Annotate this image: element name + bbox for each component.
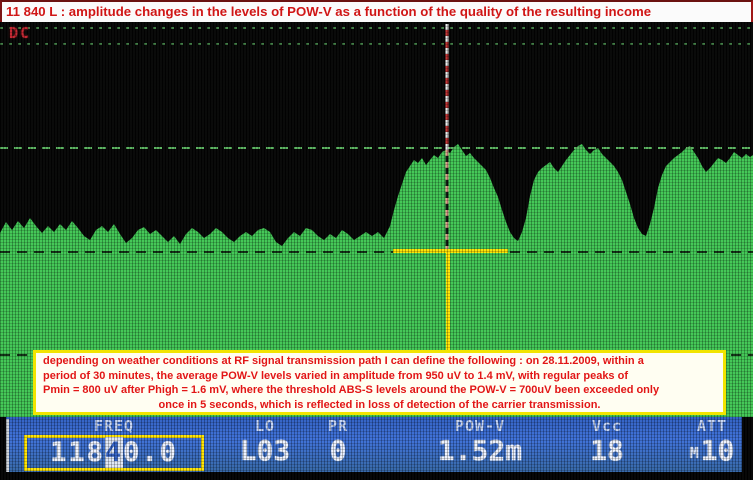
field-freq: FREQ 11840.0	[24, 417, 204, 472]
title-bar: 11 840 L : amplitude changes in the leve…	[0, 0, 753, 22]
att-prefix: M	[690, 444, 699, 462]
field-powv: POW-V 1.52m	[400, 417, 560, 472]
meter-bar: FREQ 11840.0 LO L03 PR 0 POW-V 1.52m Vcc…	[0, 417, 753, 472]
right-edge	[742, 417, 753, 480]
pr-value: 0	[311, 434, 365, 468]
freq-value-box[interactable]: 11840.0	[24, 435, 204, 471]
vcc-value: 18	[574, 434, 640, 468]
bottom-edge	[0, 472, 753, 480]
powv-value: 1.52m	[400, 434, 560, 468]
powv-label: POW-V	[400, 417, 560, 434]
dc-indicator: DC	[9, 24, 31, 42]
annotation-box: depending on weather conditions at RF si…	[33, 350, 726, 415]
att-value: M10	[666, 434, 753, 470]
freq-digits: 0.0	[123, 437, 178, 468]
title-text: 11 840 L : amplitude changes in the leve…	[6, 4, 651, 19]
freq-digits: 118	[50, 437, 105, 468]
field-pr: PR 0	[311, 417, 365, 472]
field-lo: LO L03	[222, 417, 308, 472]
left-edge-highlight	[6, 419, 9, 472]
freq-digit-cursor[interactable]: 4	[105, 437, 123, 468]
annotation-line: Pmin = 800 uV after Phigh = 1.6 mV, wher…	[43, 383, 716, 398]
annotation-line: period of 30 minutes, the average POW-V …	[43, 369, 716, 384]
lo-value: L03	[222, 434, 308, 468]
annotation-line: once in 5 seconds, which is reflected in…	[43, 398, 716, 413]
field-att: ATT M10	[666, 417, 753, 472]
field-vcc: Vcc 18	[574, 417, 640, 472]
annotation-line: depending on weather conditions at RF si…	[43, 354, 716, 369]
lo-label: LO	[222, 417, 308, 434]
att-label: ATT	[666, 417, 753, 434]
freq-label: FREQ	[24, 417, 204, 434]
pr-label: PR	[311, 417, 365, 434]
vcc-label: Vcc	[574, 417, 640, 434]
meter-screen: 11 840 L : amplitude changes in the leve…	[0, 0, 753, 480]
